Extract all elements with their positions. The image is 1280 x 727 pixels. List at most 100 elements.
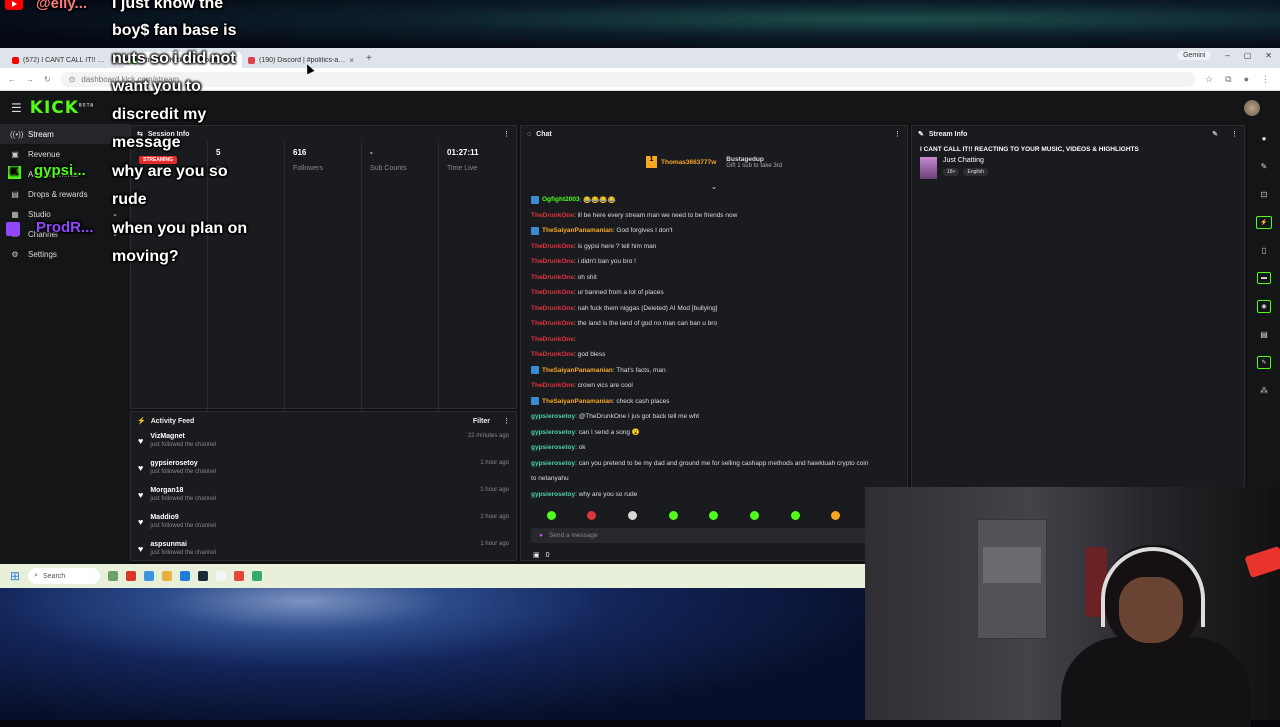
app-icon[interactable] xyxy=(252,571,263,581)
chat-panel: ◌ Chat ⋮ 1 Thomas3663777w Bustagedup Gif… xyxy=(520,125,908,561)
wrench-icon[interactable]: ✎ xyxy=(1248,348,1280,376)
chat-username[interactable]: TheSaiyanPanamanian xyxy=(542,367,613,374)
chat-username[interactable]: gypsierosetoy xyxy=(531,491,575,498)
emote-icon[interactable] xyxy=(750,510,760,520)
chat-message: gypsierosetoy: @TheDrunkOne I jus got ba… xyxy=(521,409,907,425)
filter-button[interactable]: Filter xyxy=(473,418,490,425)
more-options-icon[interactable]: ⋮ xyxy=(503,130,510,138)
chat-username[interactable]: TheDrunkOne xyxy=(531,351,574,358)
panel-title: Chat xyxy=(536,130,552,138)
chat-username[interactable]: TheSaiyanPanamanian xyxy=(542,398,613,405)
emote-icon[interactable] xyxy=(587,510,597,520)
emote-row xyxy=(521,506,907,524)
overlay-line: discredit my xyxy=(112,106,207,123)
category-name[interactable]: Just Chatting xyxy=(943,157,988,164)
chat-username[interactable]: Ogfight2003 xyxy=(542,196,580,203)
profile-icon[interactable]: ● xyxy=(1244,74,1249,85)
bolt-icon[interactable]: ⚡ xyxy=(1248,208,1280,236)
emote-icon[interactable] xyxy=(546,510,556,520)
steam-icon[interactable] xyxy=(198,571,209,581)
users-icon[interactable]: ⁂ xyxy=(1248,376,1280,404)
edit-icon[interactable]: ✎ xyxy=(1212,130,1218,138)
stat-label: Sub Counts xyxy=(370,165,407,172)
gemini-button[interactable]: Gemini xyxy=(1177,51,1212,60)
avatar[interactable] xyxy=(1244,100,1260,116)
category-thumbnail xyxy=(920,157,937,179)
chat-icon[interactable]: ▬ xyxy=(1248,264,1280,292)
feed-time: 1 hour ago xyxy=(480,514,509,520)
chat-username[interactable]: gypsierosetoy xyxy=(531,413,575,420)
youtube-icon xyxy=(5,0,23,10)
feed-time: 22 minutes ago xyxy=(467,433,509,439)
chat-message-list: Ogfight2003: 😂😂😂😂 TheDrunkOne: ill be her… xyxy=(521,192,907,502)
chat-text: : the land is the land of god no man can… xyxy=(573,320,718,328)
emote-icon[interactable] xyxy=(790,510,800,520)
target-icon[interactable]: ⊡ xyxy=(1248,180,1280,208)
chat-text: : God forgives I don't xyxy=(612,227,673,235)
gifter-name[interactable]: Bustagedup xyxy=(726,156,782,163)
chat-message: TheDrunkOne: oh shit xyxy=(521,270,907,286)
chat-text: : i didn't ban you bro ! xyxy=(573,258,636,266)
more-options-icon[interactable]: ⋮ xyxy=(1231,130,1238,138)
chat-username[interactable]: TheDrunkOne xyxy=(531,382,574,389)
more-options-icon[interactable]: ⋮ xyxy=(503,417,510,425)
gifter-name[interactable]: Thomas3663777w xyxy=(661,159,716,166)
extensions-icon[interactable]: ⧉ xyxy=(1225,74,1231,85)
app-icon[interactable] xyxy=(144,571,155,581)
feed-username: VizMagnet xyxy=(150,433,185,440)
chevron-down-icon[interactable]: ⌄ xyxy=(521,182,907,192)
broadcast-icon[interactable]: ◉ xyxy=(1248,292,1280,320)
chat-text: : check cash places xyxy=(612,397,670,405)
chat-username[interactable]: gypsierosetoy xyxy=(531,460,575,467)
chat-username[interactable]: TheDrunkOne xyxy=(531,243,574,250)
windows-start-icon[interactable]: ⊞ xyxy=(10,569,20,583)
chat-message: gypsierosetoy: why are you so rude xyxy=(521,487,907,503)
bookmark-icon[interactable]: ☆ xyxy=(1205,74,1213,85)
chat-username[interactable]: TheSaiyanPanamanian xyxy=(542,227,613,234)
chat-username[interactable]: TheDrunkOne xyxy=(531,212,574,219)
close-icon[interactable]: × xyxy=(349,56,354,65)
heart-icon: ♥ xyxy=(138,517,144,527)
windows-taskbar: ⊞ ⌕ Search xyxy=(0,564,865,588)
twitch-icon xyxy=(6,222,20,236)
minimize-icon[interactable]: – xyxy=(1225,51,1229,60)
more-options-icon[interactable]: ⋮ xyxy=(894,130,901,138)
mic-icon: ● xyxy=(539,532,543,539)
app-icon[interactable] xyxy=(126,571,137,581)
widget-icon[interactable] xyxy=(108,571,119,581)
emote-icon[interactable] xyxy=(709,510,719,520)
chat-username[interactable]: gypsierosetoy xyxy=(531,444,575,451)
overlay-line: rude xyxy=(112,191,147,208)
notes-icon[interactable]: ▯ xyxy=(1248,236,1280,264)
new-tab-icon[interactable]: + xyxy=(366,53,372,64)
stream-info-panel: ✎ Stream Info ✎ ⋮ I CANT CALL IT!! REACT… xyxy=(911,125,1245,536)
chat-text: : why are you so rude xyxy=(575,490,638,498)
chat-username[interactable]: gypsierosetoy xyxy=(531,429,575,436)
category-row: Just Chatting 18+ English xyxy=(912,157,1244,179)
feed-desc: just followed the channel xyxy=(150,442,217,448)
emote-icon[interactable] xyxy=(831,510,841,520)
chat-username[interactable]: TheDrunkOne xyxy=(531,274,574,281)
emote-icon[interactable] xyxy=(628,510,638,520)
notepad-icon[interactable] xyxy=(216,571,227,581)
maximize-icon[interactable]: ▢ xyxy=(1244,51,1252,60)
edge-icon[interactable] xyxy=(180,571,191,581)
chat-username[interactable]: TheDrunkOne xyxy=(531,305,574,312)
chrome-icon[interactable] xyxy=(234,571,245,581)
chat-username[interactable]: TheDrunkOne xyxy=(531,336,574,343)
chat-message: gypsierosetoy: ok xyxy=(521,440,907,456)
taskbar-search[interactable]: ⌕ Search xyxy=(28,568,101,584)
chat-username[interactable]: TheDrunkOne xyxy=(531,320,574,327)
info-icon[interactable]: ● xyxy=(1248,124,1280,152)
layout-icon[interactable]: ▤ xyxy=(1248,320,1280,348)
close-window-icon[interactable]: ✕ xyxy=(1265,51,1272,60)
input-placeholder: Send a message xyxy=(548,532,598,539)
emote-icon[interactable] xyxy=(668,510,678,520)
chat-username[interactable]: TheDrunkOne xyxy=(531,289,574,296)
message-input[interactable]: ● Send a message xyxy=(531,528,897,543)
file-explorer-icon[interactable] xyxy=(162,571,173,581)
pen-icon[interactable]: ✎ xyxy=(1248,152,1280,180)
menu-icon[interactable]: ⋮ xyxy=(1261,74,1270,85)
chat-username[interactable]: TheDrunkOne xyxy=(531,258,574,265)
stat-value: - xyxy=(370,148,373,157)
